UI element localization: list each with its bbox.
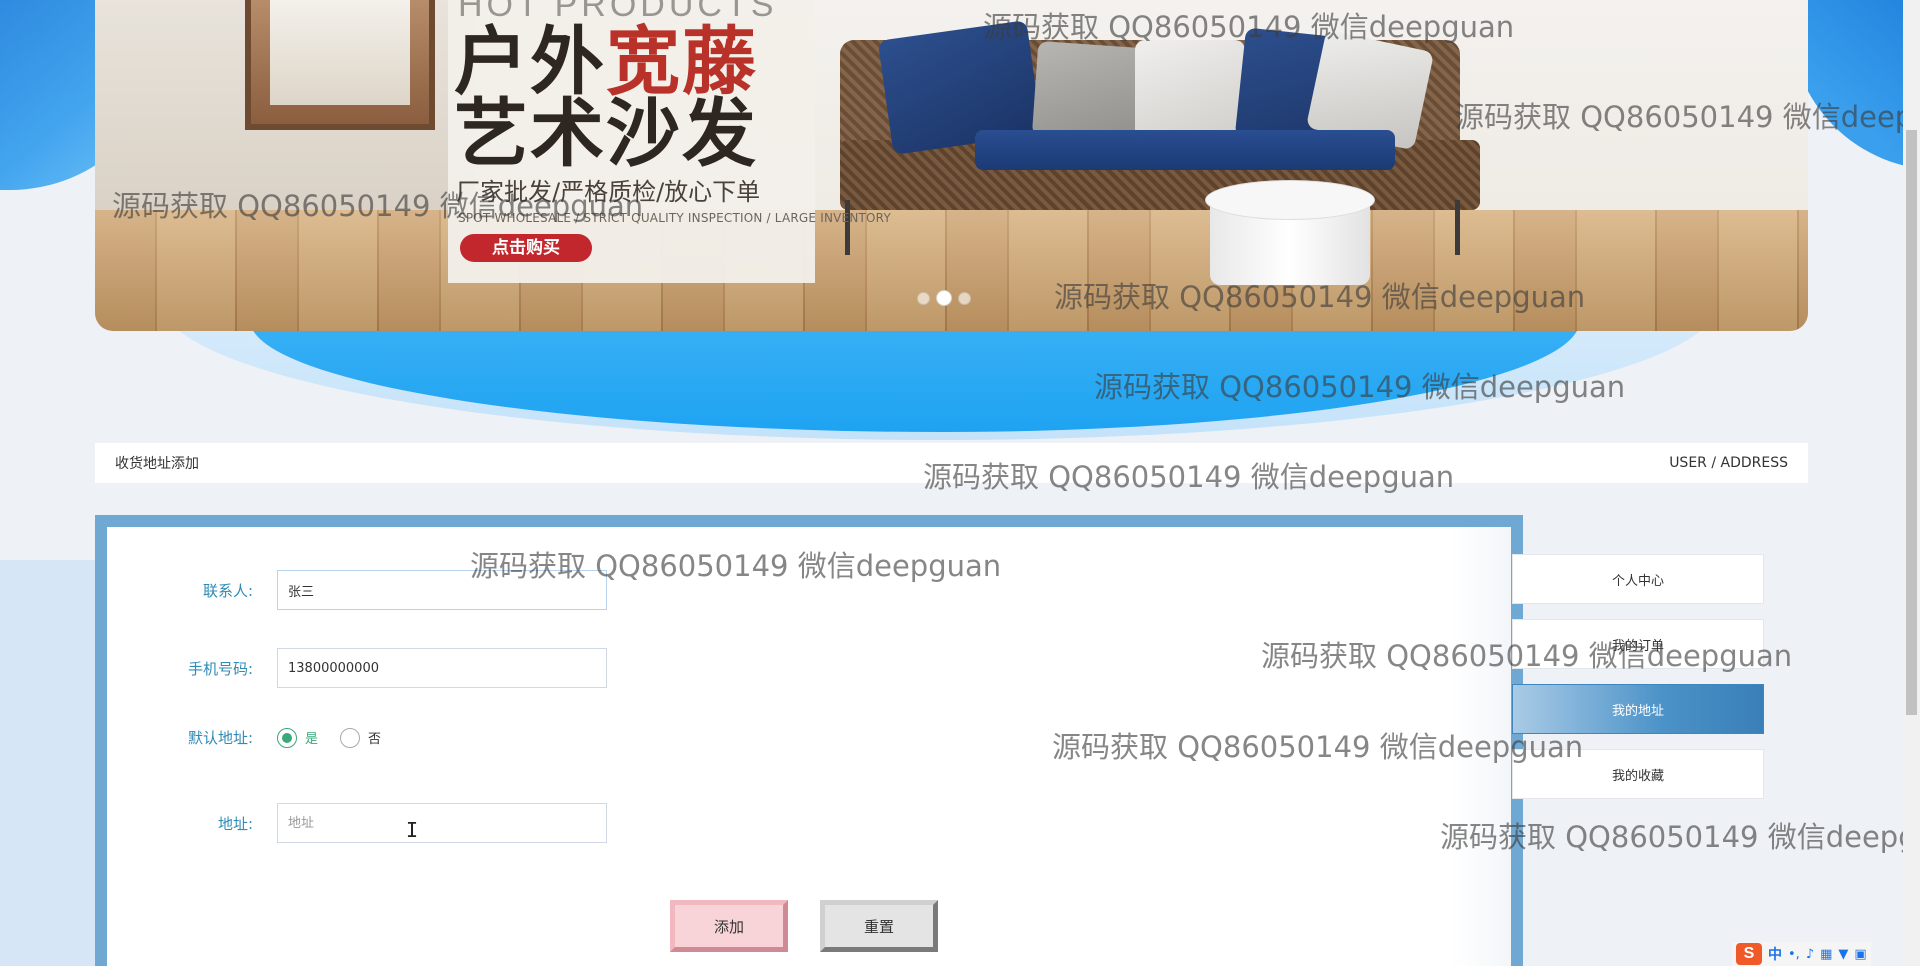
default-address-row: 默认地址: 是 否 — [0, 727, 381, 748]
radio-yes-indicator[interactable] — [277, 727, 297, 748]
side-menu-profile[interactable]: 个人中心 — [1512, 554, 1764, 604]
keyboard-icon[interactable]: ▦ — [1820, 947, 1832, 962]
scrollbar-thumb[interactable] — [1906, 130, 1917, 715]
page-title: 收货地址添加 — [115, 456, 199, 472]
carousel-dot[interactable] — [958, 291, 971, 305]
watermark: 源码获取 QQ86050149 微信deepguan — [1094, 370, 1626, 404]
radio-yes-label: 是 — [305, 732, 319, 747]
user-side-menu: 个人中心 我的订单 我的地址 我的收藏 — [1512, 554, 1764, 814]
background-left-panel — [0, 560, 96, 966]
watermark: 源码获取 QQ86050149 微信deepguan — [1455, 100, 1920, 134]
promo-card: HOT PRODUCTS 户外宽藤 艺术沙发 SPOT WHOLESALE / … — [448, 0, 891, 283]
sofa-leg — [845, 200, 850, 255]
radio-no-label: 否 — [368, 732, 382, 747]
phone-row: 手机号码: — [0, 648, 607, 688]
breadcrumb-path: USER / ADDRESS — [1669, 455, 1788, 471]
watermark: 源码获取 QQ86050149 微信deepguan — [1054, 280, 1586, 314]
promo-title-line2: 艺术沙发 — [454, 91, 758, 177]
radio-yes[interactable]: 是 — [277, 727, 319, 748]
radio-no-indicator[interactable] — [340, 727, 361, 748]
ime-toolbar[interactable]: S 中 •, ♪ ▦ ▼ ▣ — [1732, 942, 1871, 966]
background-leaf-right — [1790, 0, 1920, 170]
promo-title-line1: 户外宽藤 — [454, 22, 758, 102]
watermark: 源码获取 QQ86050149 微信deepguan — [923, 460, 1455, 494]
skin-icon[interactable]: ▼ — [1838, 947, 1848, 962]
add-button[interactable]: 添加 — [670, 900, 788, 952]
default-address-label: 默认地址: — [187, 729, 253, 747]
watermark: 源码获取 QQ86050149 微信deepguan — [1261, 639, 1793, 673]
toolbox-icon[interactable]: ▣ — [1854, 947, 1866, 962]
buy-now-button[interactable]: 点击购买 — [460, 234, 592, 262]
radio-no[interactable]: 否 — [340, 727, 382, 748]
promo-hot-label: HOT PRODUCTS — [458, 0, 778, 24]
address-row: 地址: — [0, 803, 607, 843]
sofa-seat-cushion — [975, 130, 1395, 170]
watermark: 源码获取 QQ86050149 微信deepguan — [470, 549, 1002, 583]
punctuation-icon[interactable]: •, — [1788, 947, 1800, 962]
carousel-indicators — [917, 290, 971, 306]
watermark: 源码获取 QQ86050149 微信deepguan — [1440, 820, 1920, 854]
microphone-icon[interactable]: ♪ — [1806, 947, 1814, 962]
page-scrollbar[interactable] — [1903, 0, 1920, 966]
reset-button[interactable]: 重置 — [820, 900, 938, 952]
watermark: 源码获取 QQ86050149 微信deepguan — [983, 10, 1515, 44]
address-label: 地址: — [217, 814, 253, 833]
carousel-dot-active[interactable] — [936, 290, 952, 306]
contact-label: 联系人: — [202, 581, 253, 600]
watermark: 源码获取 QQ86050149 微信deepguan — [1052, 730, 1584, 764]
default-address-radio-group: 是 否 — [277, 727, 382, 748]
ime-mode-indicator[interactable]: 中 — [1768, 944, 1782, 964]
banner-window-glass — [270, 0, 410, 105]
watermark: 源码获取 QQ86050149 微信deepguan — [112, 189, 644, 223]
side-table-top — [1205, 180, 1375, 220]
phone-label: 手机号码: — [187, 659, 253, 678]
address-input[interactable] — [277, 803, 607, 843]
text-cursor-icon: I — [406, 818, 419, 842]
sofa-leg — [1455, 200, 1460, 255]
sogou-ime-icon[interactable]: S — [1736, 943, 1762, 965]
carousel-dot[interactable] — [917, 291, 930, 305]
phone-input[interactable] — [277, 648, 607, 688]
